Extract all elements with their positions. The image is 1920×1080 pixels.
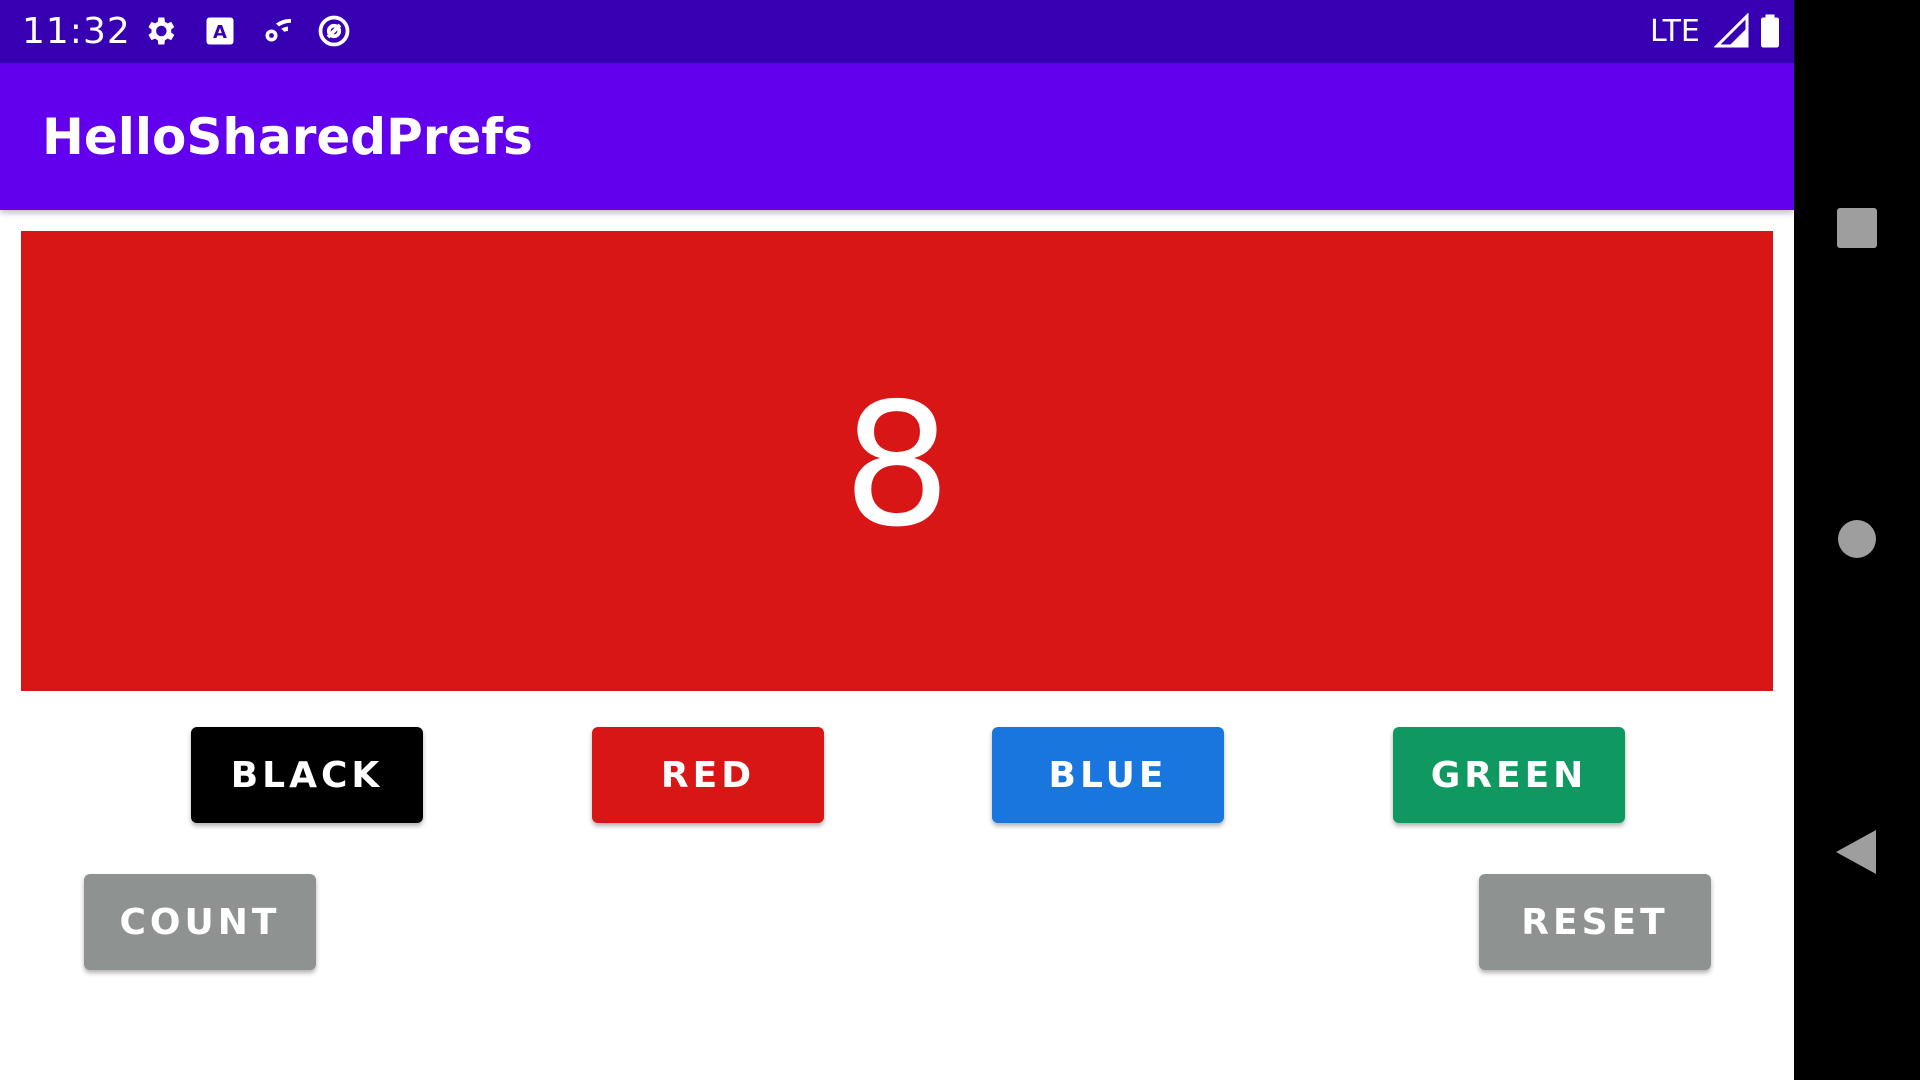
back-triangle-icon[interactable] xyxy=(1836,830,1876,874)
svg-text:A: A xyxy=(213,22,227,43)
blue-button[interactable]: BLUE xyxy=(992,727,1224,823)
app-bar: HelloSharedPrefs xyxy=(0,63,1794,210)
app-screen: 11:32 A LTE HelloSharedPrefs 8 BLACK RED… xyxy=(0,0,1794,1080)
status-bar: 11:32 A LTE xyxy=(0,0,1794,63)
green-button[interactable]: GREEN xyxy=(1393,727,1625,823)
recents-square-icon[interactable] xyxy=(1837,208,1877,248)
home-circle-icon[interactable] xyxy=(1838,520,1876,558)
count-button[interactable]: COUNT xyxy=(84,874,316,970)
status-time: 11:32 xyxy=(22,11,131,52)
red-button[interactable]: RED xyxy=(592,727,824,823)
reset-button[interactable]: RESET xyxy=(1479,874,1711,970)
network-type: LTE xyxy=(1650,14,1700,49)
gear-icon xyxy=(142,13,178,49)
wifi-gear-icon xyxy=(258,13,294,49)
text-a-icon: A xyxy=(202,13,238,49)
battery-icon xyxy=(1752,13,1788,49)
at-sign-icon xyxy=(316,13,352,49)
count-display-panel: 8 xyxy=(21,231,1773,691)
black-button[interactable]: BLACK xyxy=(191,727,423,823)
count-value: 8 xyxy=(842,367,952,565)
signal-icon xyxy=(1713,12,1750,49)
app-title: HelloSharedPrefs xyxy=(42,108,533,166)
